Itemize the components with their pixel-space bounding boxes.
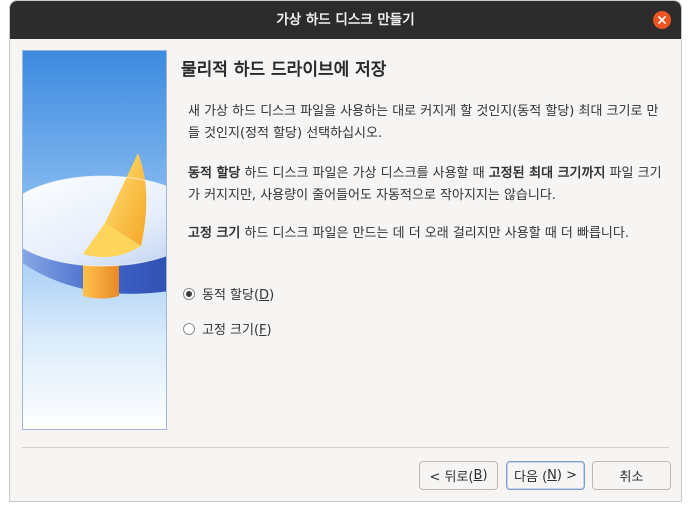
radio-button-fixed[interactable]	[183, 322, 195, 335]
radio-fixed-label: 고정 크기(F)	[202, 323, 272, 338]
back-button[interactable]: < 뒤로(B)	[419, 461, 498, 490]
next-button[interactable]: 다음 (N) >	[506, 461, 585, 490]
window-title: 가상 하드 디스크 만들기	[276, 12, 415, 28]
dynamic-text-1: 하드 디스크 파일은 가상 디스크를 사용할 때	[240, 166, 489, 181]
radio-dynamic-allocation[interactable]: 동적 할당(D)	[183, 284, 274, 303]
radio-fixed-size[interactable]: 고정 크기(F)	[183, 319, 272, 338]
footer-separator	[22, 447, 669, 448]
dialog-window: 가상 하드 디스크 만들기 물리적 하드 드라이브에 저장 새 가상 하드 디스…	[9, 0, 682, 502]
cancel-button[interactable]: 취소	[592, 461, 671, 490]
fixed-description: 고정 크기 하드 디스크 파일은 만드는 데 더 오래 걸리지만 사용할 때 더…	[188, 223, 670, 245]
dynamic-bold-max: 고정된 최대 크기까지	[488, 166, 606, 181]
dynamic-bold-label: 동적 할당	[188, 166, 241, 181]
fixed-bold-label: 고정 크기	[188, 226, 241, 241]
close-button[interactable]	[653, 11, 671, 29]
fixed-text: 하드 디스크 파일은 만드는 데 더 오래 걸리지만 사용할 때 더 빠릅니다.	[240, 226, 629, 241]
radio-dynamic-label: 동적 할당(D)	[202, 288, 275, 303]
intro-text: 새 가상 하드 디스크 파일을 사용하는 대로 커지게 할 것인지(동적 할당)…	[188, 104, 659, 141]
titlebar: 가상 하드 디스크 만들기	[10, 1, 681, 39]
disk-pie-icon	[22, 50, 167, 430]
page-title: 물리적 하드 드라이브에 저장	[181, 60, 387, 80]
close-icon	[658, 16, 666, 24]
dynamic-description: 동적 할당 하드 디스크 파일은 가상 디스크를 사용할 때 고정된 최대 크기…	[188, 163, 670, 207]
radio-button-dynamic[interactable]	[183, 287, 195, 300]
